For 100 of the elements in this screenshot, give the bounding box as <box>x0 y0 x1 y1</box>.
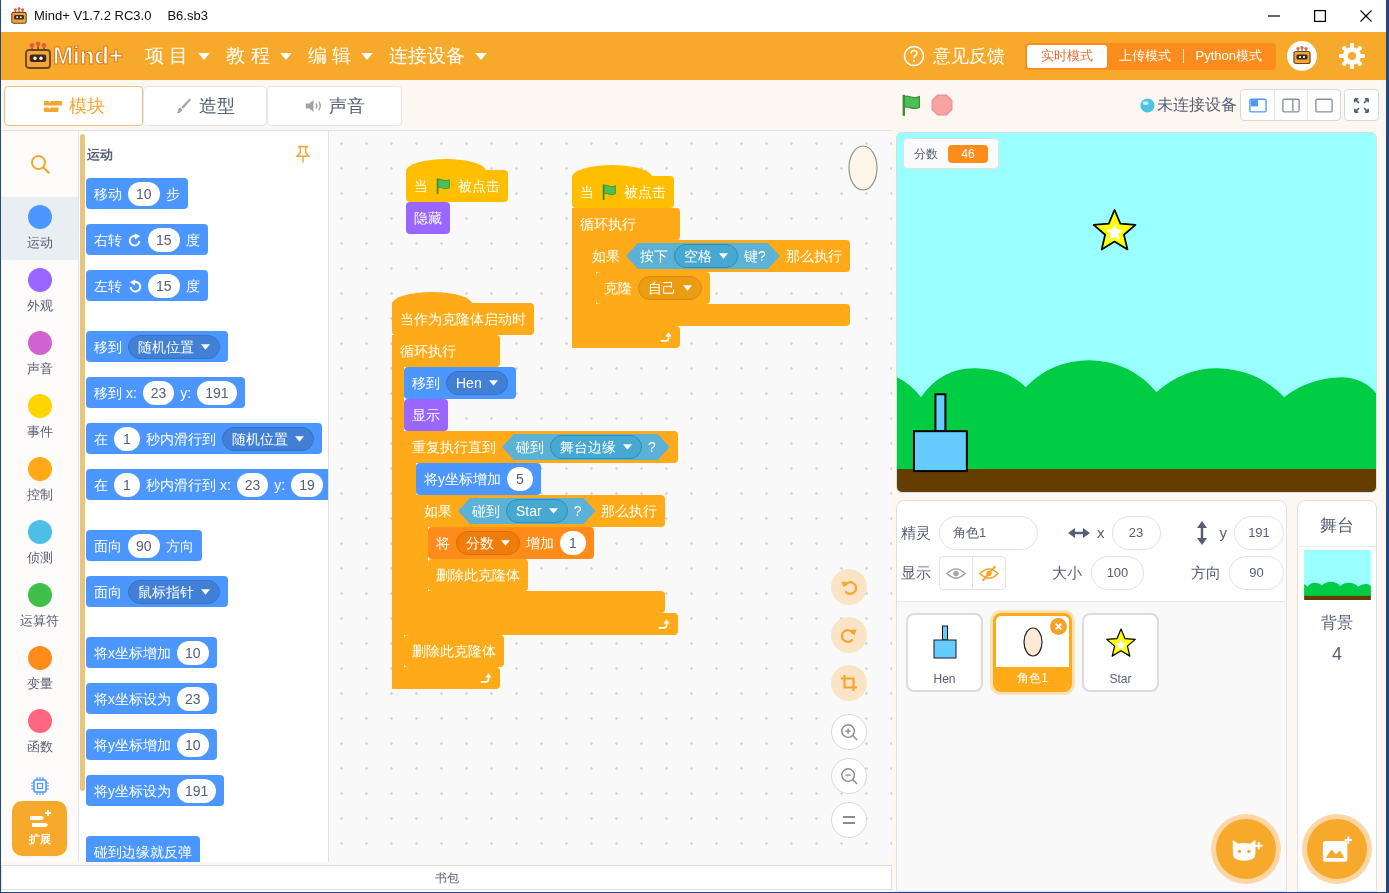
number-input[interactable]: 1 <box>114 472 140 497</box>
dropdown-menu[interactable]: 随机位置 <box>222 426 314 451</box>
monitor-label: 分数 <box>914 145 938 163</box>
category-item[interactable]: 控制 <box>1 449 78 512</box>
vertical-arrow-icon <box>1195 521 1208 545</box>
number-input[interactable]: 10 <box>128 181 160 206</box>
number-input[interactable]: 1 <box>560 531 586 555</box>
number-input[interactable]: 23 <box>177 686 209 711</box>
brush-icon <box>175 97 193 115</box>
motion-block[interactable]: 移到 x: 23 y: 191 <box>86 377 245 408</box>
eye-slash-icon <box>979 564 999 582</box>
category-item[interactable]: 声音 <box>1 323 78 386</box>
stop-icon[interactable] <box>931 94 953 116</box>
editor-tab[interactable]: 声音 <box>267 86 402 126</box>
number-input[interactable]: 191 <box>197 380 237 405</box>
fullscreen-icon <box>1354 97 1369 113</box>
settings-icon[interactable] <box>1339 43 1365 69</box>
clockwise-arrow-icon <box>128 232 142 247</box>
category-item[interactable]: 事件 <box>1 386 78 449</box>
caret-icon <box>488 380 498 386</box>
motion-block[interactable]: 移到 随机位置 <box>86 331 228 362</box>
maximize-icon[interactable] <box>1314 10 1326 22</box>
motion-block[interactable]: 面向 90 方向 <box>86 530 202 561</box>
flag-icon <box>600 183 618 201</box>
number-input[interactable]: 19 <box>291 472 323 497</box>
fullscreen-button[interactable] <box>1344 89 1379 121</box>
zoom-in-button[interactable] <box>831 714 867 750</box>
clean-up-button[interactable] <box>831 665 867 701</box>
number-input[interactable]: 23 <box>142 380 175 405</box>
motion-block[interactable]: 移到 Hen <box>404 367 516 399</box>
hide-button[interactable] <box>972 556 1006 590</box>
loop-arrow-icon <box>659 331 672 343</box>
pin-icon[interactable] <box>295 145 311 164</box>
editor-tab[interactable]: 造型 <box>143 86 267 126</box>
motion-block[interactable]: 将y坐标增加 5 <box>416 463 541 495</box>
motion-block[interactable]: 右转 15 度 <box>86 224 208 255</box>
category-item[interactable]: 变量 <box>1 638 78 701</box>
dropdown-menu[interactable]: 随机位置 <box>128 334 220 359</box>
motion-block[interactable]: 在 1 秒内滑行到 随机位置 <box>86 423 322 454</box>
robot-icon <box>10 7 28 25</box>
star-sprite <box>1092 208 1137 251</box>
number-input[interactable]: 1 <box>114 426 140 451</box>
motion-block[interactable]: 将x坐标设为 23 <box>86 683 217 714</box>
number-input[interactable]: 10 <box>177 732 209 757</box>
stage-panel[interactable]: 舞台 背景 4 <box>1297 500 1377 892</box>
looks-block[interactable]: 显示 <box>404 399 448 431</box>
motion-block[interactable]: 将x坐标增加 10 <box>86 637 217 668</box>
redo-button[interactable] <box>831 617 867 653</box>
category-item[interactable]: 侦测 <box>1 512 78 575</box>
chip-icon[interactable] <box>29 776 50 796</box>
caret-icon <box>548 508 558 514</box>
motion-block[interactable]: 面向 鼠标指针 <box>86 576 228 607</box>
number-input[interactable]: 10 <box>177 640 209 665</box>
undo-button[interactable] <box>831 569 867 605</box>
backpack-tab[interactable]: 书包 <box>1 865 892 890</box>
dropdown-menu[interactable]: 鼠标指针 <box>128 579 220 604</box>
loop-arrow-icon <box>479 672 492 684</box>
looks-block[interactable]: 隐藏 <box>406 202 450 234</box>
category-item[interactable]: 运算符 <box>1 575 78 638</box>
motion-block[interactable]: 移动 10 步 <box>86 178 188 209</box>
logo-text: Mind+ <box>53 44 123 68</box>
full-layout-icon <box>1315 97 1333 113</box>
mode-tab[interactable]: 实时模式 <box>1026 44 1107 68</box>
number-input[interactable]: 191 <box>177 778 217 803</box>
window-title: Mind+ V1.7.2 RC3.0 <box>34 7 152 26</box>
sprite-tile[interactable]: Star <box>1082 613 1159 692</box>
number-input[interactable]: 5 <box>507 467 533 491</box>
motion-block[interactable]: 将y坐标增加 10 <box>86 729 217 760</box>
close-icon[interactable] <box>1360 10 1372 22</box>
number-input[interactable]: 15 <box>148 273 180 298</box>
motion-block[interactable]: 将y坐标设为 191 <box>86 775 225 806</box>
caret-icon <box>474 52 487 60</box>
ellipse-icon <box>848 145 878 191</box>
robot-avatar-icon[interactable] <box>1287 41 1317 71</box>
category-item[interactable]: 外观 <box>1 260 78 323</box>
number-input[interactable]: 15 <box>148 227 180 252</box>
category-item[interactable]: 函数 <box>1 701 78 764</box>
reset-zoom-button[interactable] <box>831 802 867 838</box>
zoom-out-icon <box>840 767 858 785</box>
number-input[interactable]: 90 <box>128 533 160 558</box>
number-input[interactable]: 23 <box>236 472 269 497</box>
stage-title: 舞台 <box>1320 514 1354 537</box>
loop-block[interactable]: 循环执行 移到 Hen 显示 重复执行直到 碰到 舞台边缘 ? 将y坐标增加 5 如果 碰到 Star ? 那么执行 将 分数 增加 1 删除此克隆体 删除此克隆体 <box>392 335 678 689</box>
y-field[interactable]: 191 <box>1234 516 1284 550</box>
category-item[interactable]: 运动 <box>1 197 78 260</box>
zoom-out-button[interactable] <box>831 758 867 794</box>
field-label: y <box>1219 522 1227 543</box>
connection-status: 未连接设备 <box>1157 95 1237 115</box>
cannon-icon <box>932 624 957 659</box>
dropdown-menu[interactable]: Hen <box>446 371 508 395</box>
ellipse-icon <box>1022 626 1043 657</box>
motion-block[interactable]: 左转 15 度 <box>86 270 208 301</box>
caret-icon <box>279 52 292 60</box>
motion-block[interactable]: 在 1 秒内滑行到 x: 23 y: 19 <box>86 469 328 500</box>
show-button[interactable] <box>939 556 973 590</box>
variable-block[interactable]: 将 分数 增加 1 <box>428 527 594 559</box>
loop-block[interactable]: 重复执行直到 碰到 舞台边缘 ? 将y坐标增加 5 如果 碰到 Star ? 那么执行 将 分数 增加 1 删除此克隆体 <box>404 431 678 635</box>
scrollbar[interactable] <box>80 134 85 791</box>
search-icon[interactable] <box>29 154 50 174</box>
sprite-tile[interactable]: Hen <box>906 613 983 692</box>
